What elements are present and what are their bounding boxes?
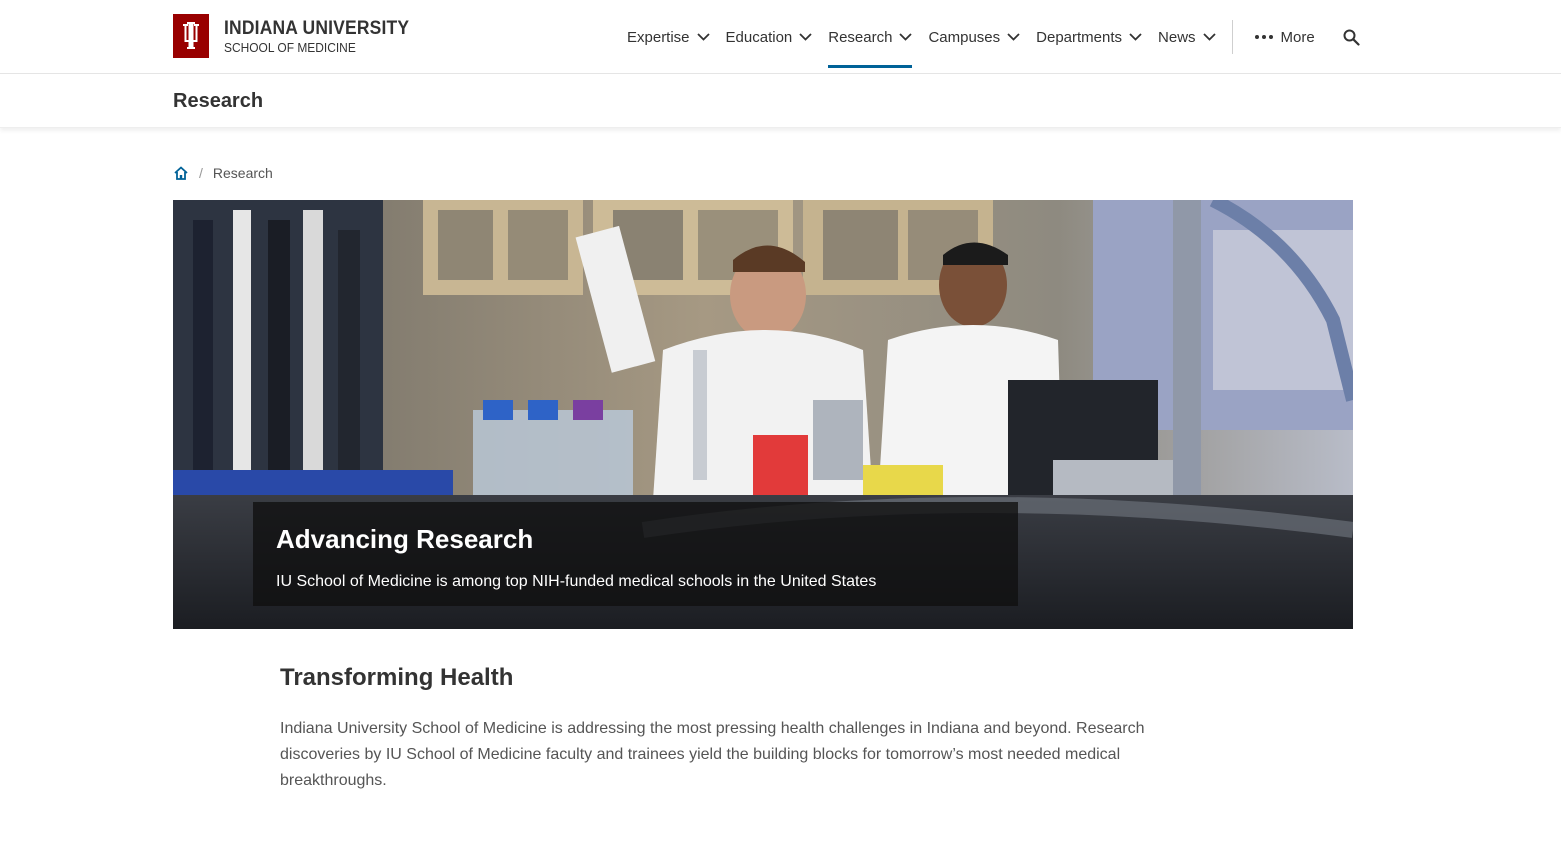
nav-item-education[interactable]: Education — [718, 0, 821, 74]
nav-item-research[interactable]: Research — [820, 0, 920, 74]
hero-banner: Advancing Research IU School of Medicine… — [173, 200, 1353, 629]
university-name: INDIANA UNIVERSITY — [224, 17, 410, 39]
more-label: More — [1280, 28, 1315, 46]
chevron-down-icon — [1129, 33, 1142, 41]
content-heading: Transforming Health — [280, 664, 514, 691]
nav-label: News — [1158, 28, 1196, 46]
iu-logo-link[interactable]: INDIANA UNIVERSITY SCHOOL OF MEDICINE — [173, 14, 425, 58]
nav-item-campuses[interactable]: Campuses — [920, 0, 1028, 74]
nav-label: Research — [828, 28, 893, 46]
nav-item-news[interactable]: News — [1150, 0, 1224, 74]
breadcrumb: / Research — [173, 165, 273, 181]
site-header: INDIANA UNIVERSITY SCHOOL OF MEDICINE Ex… — [0, 0, 1561, 74]
school-name: SCHOOL OF MEDICINE — [224, 39, 356, 55]
section-header: Research — [0, 74, 1561, 128]
more-menu-button[interactable]: More — [1247, 0, 1323, 74]
breadcrumb-separator: / — [199, 165, 203, 181]
home-icon[interactable] — [173, 165, 189, 181]
search-icon — [1343, 29, 1360, 46]
ellipsis-icon — [1254, 35, 1273, 39]
section-title[interactable]: Research — [173, 90, 263, 113]
nav-item-departments[interactable]: Departments — [1028, 0, 1150, 74]
nav-label: Education — [725, 28, 793, 46]
nav-label: Expertise — [627, 28, 690, 46]
chevron-down-icon — [1007, 33, 1020, 41]
nav-divider — [1231, 20, 1233, 54]
search-button[interactable] — [1337, 0, 1367, 74]
breadcrumb-current: Research — [212, 165, 273, 181]
main-nav: Expertise Education Research Campuses De… — [619, 0, 1367, 74]
iu-trident-icon — [173, 14, 209, 58]
hero-subtitle: IU School of Medicine is among top NIH-f… — [276, 573, 877, 590]
chevron-down-icon — [1202, 33, 1216, 41]
content-paragraph: Indiana University School of Medicine is… — [280, 720, 1145, 789]
main-content: Transforming Health Indiana University S… — [280, 664, 1180, 794]
nav-label: Campuses — [928, 28, 1001, 46]
chevron-down-icon — [696, 33, 710, 41]
chevron-down-icon — [799, 33, 812, 41]
hero-caption: Advancing Research IU School of Medicine… — [253, 502, 1018, 606]
chevron-down-icon — [899, 33, 913, 41]
nav-label: Departments — [1036, 28, 1123, 46]
nav-item-expertise[interactable]: Expertise — [619, 0, 718, 74]
hero-title: Advancing Research — [276, 524, 534, 554]
